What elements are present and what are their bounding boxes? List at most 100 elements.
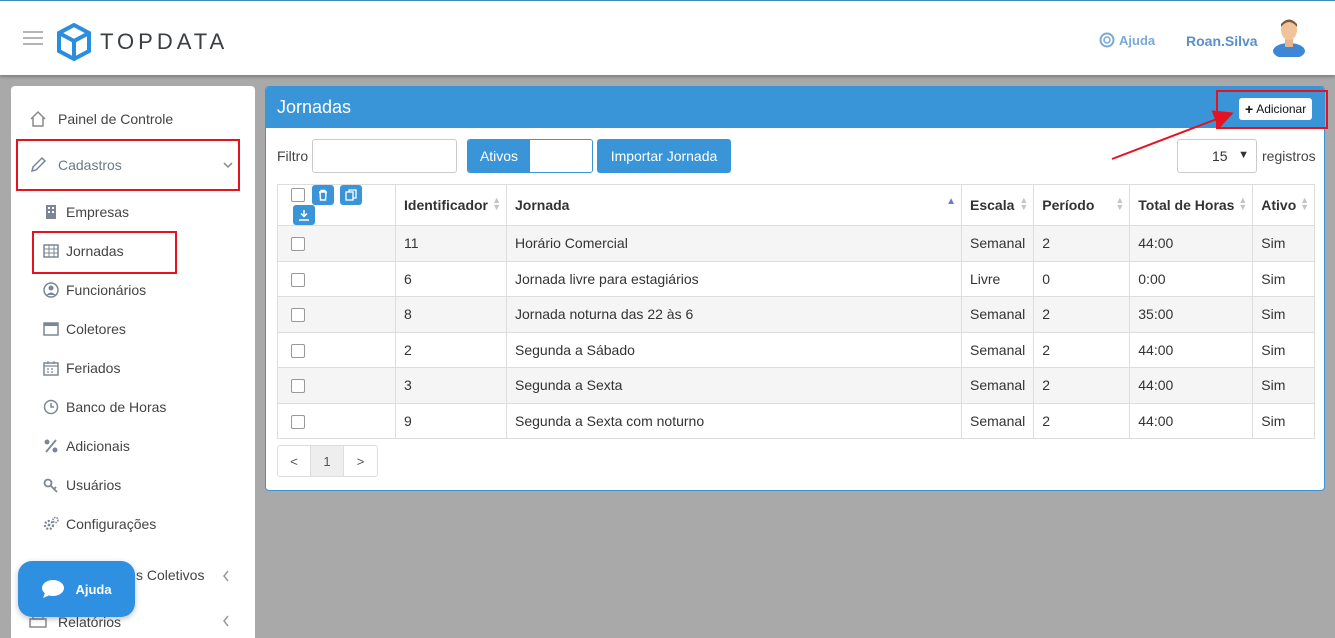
row-checkbox[interactable]	[291, 272, 305, 287]
clock-icon	[43, 399, 59, 415]
key-icon	[43, 477, 59, 493]
chevron-left-icon[interactable]	[222, 570, 230, 582]
cell-escala: Semanal	[960, 367, 1035, 404]
sidebar-item-coletores[interactable]: Coletores	[43, 321, 126, 337]
cell-identificador: 8	[395, 296, 507, 333]
pagination-next[interactable]: >	[344, 446, 377, 476]
sidebar-item-label: Banco de Horas	[66, 399, 167, 415]
cell-total-horas: 35:00	[1129, 296, 1254, 333]
import-jornada-button[interactable]: Importar Jornada	[597, 139, 731, 173]
sidebar-item-usuarios[interactable]: Usuários	[43, 477, 121, 493]
sidebar-item-label: Coletores	[66, 321, 126, 337]
cell-ativo: Sim	[1252, 225, 1315, 262]
sort-icon: ▲ ▼	[1115, 195, 1125, 212]
row-checkbox[interactable]	[291, 308, 305, 323]
cell-periodo: 0	[1033, 260, 1131, 297]
hamburger-menu-icon[interactable]	[23, 31, 43, 45]
delete-button[interactable]	[311, 185, 334, 205]
cell-jornada: Jornada livre para estagiários	[506, 260, 962, 297]
sidebar-item-label: s Coletivos	[136, 567, 205, 583]
column-header-identificador[interactable]: Identificador ▲ ▼	[395, 184, 507, 226]
column-header-ativo[interactable]: Ativo ▲ ▼	[1252, 184, 1315, 226]
building-icon	[43, 204, 59, 220]
row-checkbox[interactable]	[291, 237, 305, 252]
page-size-select[interactable]: 15 ▼	[1177, 139, 1257, 173]
cell-escala: Semanal	[960, 296, 1035, 333]
avatar[interactable]	[1271, 17, 1307, 57]
jornadas-panel: Jornadas + Adicionar Filtro Ativos Impor…	[265, 86, 1325, 491]
row-checkbox[interactable]	[291, 414, 305, 429]
active-toggle-label: Ativos	[468, 140, 530, 172]
calendar-icon	[43, 360, 59, 376]
sidebar-item-coletivos[interactable]: s Coletivos	[136, 567, 204, 583]
sidebar-item-painel[interactable]: Painel de Controle	[28, 109, 272, 129]
cell-jornada: Jornada noturna das 22 às 6	[506, 296, 962, 333]
cell-total-horas: 0:00	[1129, 260, 1254, 297]
column-header-jornada[interactable]: Jornada ▲	[506, 184, 962, 226]
filter-input[interactable]	[312, 139, 457, 173]
table-row[interactable]: 6 Jornada livre para estagiários Livre 0…	[277, 260, 1315, 297]
sidebar-item-label: Painel de Controle	[58, 111, 174, 127]
sidebar-item-adicionais[interactable]: Adicionais	[43, 438, 130, 454]
cell-escala: Semanal	[960, 331, 1035, 368]
column-header-total-horas[interactable]: Total de Horas ▲ ▼	[1129, 184, 1254, 226]
row-checkbox[interactable]	[291, 343, 305, 358]
sidebar-item-funcionarios[interactable]: Funcionários	[43, 282, 146, 298]
pagination-prev[interactable]: <	[278, 446, 311, 476]
row-select-cell	[277, 260, 396, 297]
column-label: Período	[1042, 197, 1095, 213]
table-row[interactable]: 11 Horário Comercial Semanal 2 44:00 Sim	[277, 225, 1315, 262]
table-row[interactable]: 8 Jornada noturna das 22 às 6 Semanal 2 …	[277, 296, 1315, 333]
cube-logo-icon	[57, 23, 91, 61]
cell-jornada: Segunda a Sexta com noturno	[506, 402, 962, 439]
sidebar-item-banco-horas[interactable]: Banco de Horas	[43, 399, 166, 415]
sidebar-item-label: Usuários	[66, 477, 122, 493]
sort-icon: ▲ ▼	[1300, 195, 1309, 212]
cell-escala: Livre	[960, 260, 1035, 297]
column-header-escala[interactable]: Escala ▲ ▼	[960, 184, 1035, 226]
select-all-checkbox[interactable]	[291, 188, 305, 202]
logo[interactable]: TOPDATA	[56, 23, 228, 61]
column-label: Escala	[970, 197, 1015, 213]
chat-bubble-icon	[42, 580, 65, 598]
cell-identificador: 2	[395, 331, 507, 368]
cell-ativo: Sim	[1252, 296, 1315, 333]
cell-total-horas: 44:00	[1129, 367, 1254, 404]
cell-total-horas: 44:00	[1129, 225, 1254, 262]
copy-button[interactable]	[339, 185, 362, 205]
row-select-cell	[277, 331, 396, 368]
sort-icon: ▲ ▼	[1238, 195, 1248, 212]
cell-escala: Semanal	[960, 402, 1035, 439]
gears-icon	[43, 516, 59, 532]
help-chat-button[interactable]: Ajuda	[18, 561, 135, 617]
row-select-cell	[277, 402, 396, 439]
column-header-periodo[interactable]: Período ▲ ▼	[1033, 184, 1131, 226]
row-select-cell	[277, 367, 396, 404]
user-name[interactable]: Roan.Silva	[1186, 33, 1258, 49]
cell-periodo: 2	[1033, 402, 1131, 439]
download-button[interactable]	[293, 205, 315, 225]
sidebar-item-label: Funcionários	[66, 282, 147, 298]
page-size-suffix: registros	[1262, 148, 1316, 164]
highlight-box-cadastros	[16, 139, 240, 191]
sidebar-item-label: Empresas	[66, 204, 130, 220]
sort-icon: ▲ ▼	[492, 195, 501, 212]
help-link[interactable]: Ajuda	[1099, 32, 1155, 48]
row-checkbox[interactable]	[291, 379, 305, 394]
panel-header: Jornadas + Adicionar	[266, 87, 1324, 128]
chevron-left-icon[interactable]	[222, 615, 230, 627]
table-row[interactable]: 2 Segunda a Sábado Semanal 2 44:00 Sim	[277, 331, 1315, 368]
sidebar-item-label: Adicionais	[66, 438, 130, 454]
jornadas-table: Identificador ▲ ▼ Jornada ▲ Escala ▲ ▼ Períod…	[277, 184, 1315, 439]
sidebar-item-feriados[interactable]: Feriados	[43, 360, 120, 376]
row-select-cell	[277, 225, 396, 262]
sidebar-item-empresas[interactable]: Empresas	[43, 204, 129, 220]
column-label: Identificador	[404, 197, 489, 213]
pagination-page[interactable]: 1	[311, 446, 344, 476]
sidebar-item-configuracoes[interactable]: Configurações	[43, 516, 156, 532]
highlight-box-jornadas	[32, 231, 177, 274]
table-row[interactable]: 9 Segunda a Sexta com noturno Semanal 2 …	[277, 402, 1315, 439]
active-toggle[interactable]: Ativos	[467, 139, 593, 173]
table-row[interactable]: 3 Segunda a Sexta Semanal 2 44:00 Sim	[277, 367, 1315, 404]
cell-ativo: Sim	[1252, 331, 1315, 368]
